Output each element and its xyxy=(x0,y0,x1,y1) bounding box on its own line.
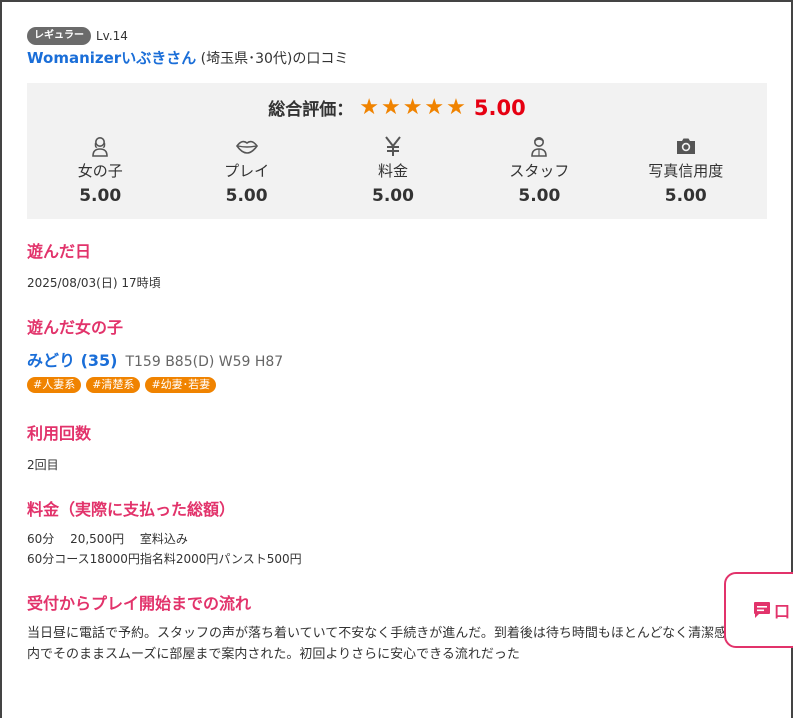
flow-section: 受付からプレイ開始までの流れ 当日昼に電話で予約。スタッフの声が落ち着いていて不… xyxy=(27,593,767,665)
overall-label: 総合評価： xyxy=(268,100,354,120)
overall-score: 5.00 xyxy=(473,95,526,120)
usage-section: 利用回数 2回目 xyxy=(27,423,767,475)
price-line: 60分 20,500円 室料込み xyxy=(27,532,188,546)
chat-icon xyxy=(754,602,770,618)
reviewer-name-link[interactable]: Womanizerいぶきさん xyxy=(27,49,196,67)
yen-icon xyxy=(385,136,401,156)
category-staff: スタッフ 5.00 xyxy=(466,135,612,207)
woman-icon xyxy=(92,137,108,157)
category-price: 料金 5.00 xyxy=(320,135,466,207)
category-label: 女の子 xyxy=(77,162,123,180)
chat-label: 口 xyxy=(774,602,791,621)
section-heading: 遊んだ日 xyxy=(27,242,92,261)
overall-rating: 総合評価： ★★★★★ 5.00 xyxy=(27,95,767,120)
girl-spec: T159 B85(D) W59 H87 xyxy=(125,354,284,370)
category-value: 5.00 xyxy=(664,186,707,206)
category-label: プレイ xyxy=(224,162,270,180)
category-value: 5.00 xyxy=(518,186,561,206)
tag-badge[interactable]: #人妻系 xyxy=(27,377,82,393)
girl-row: みどり (35) T159 B85(D) W59 H87 xyxy=(27,347,767,371)
section-heading: 料金（実際に支払った総額） xyxy=(27,500,236,519)
girl-section: 遊んだ女の子 みどり (35) T159 B85(D) W59 H87 #人妻系… xyxy=(27,317,767,393)
visit-date-section: 遊んだ日 2025/08/03(日) 17時頃 xyxy=(27,241,767,293)
section-heading: 受付からプレイ開始までの流れ xyxy=(27,594,252,613)
girl-name-link[interactable]: みどり (35) xyxy=(27,347,117,371)
review-content: レギュラー Lv.14 Womanizerいぶきさん (埼玉県･30代)の口コミ… xyxy=(27,26,767,665)
category-photo: 写真信用度 5.00 xyxy=(613,135,759,207)
category-value: 5.00 xyxy=(372,186,414,206)
visit-date-value: 2025/08/03(日) 17時頃 xyxy=(27,276,161,290)
category-value: 5.00 xyxy=(225,186,268,206)
lips-icon xyxy=(235,140,258,154)
category-label: 写真信用度 xyxy=(648,162,724,180)
girl-tags: #人妻系 #清楚系 #幼妻･若妻 xyxy=(27,377,767,393)
rating-box: 総合評価： ★★★★★ 5.00 女の子 5.00 プレイ 5.00 料金 5.… xyxy=(27,83,767,219)
category-label: スタッフ xyxy=(509,162,570,180)
reviewer-meta: (埼玉県･30代)の口コミ xyxy=(200,51,349,67)
category-ratings: 女の子 5.00 プレイ 5.00 料金 5.00 スタッフ 5.00 写真信用… xyxy=(27,135,767,207)
price-detail: 60分コース18000円指名料2000円パンスト500円 xyxy=(27,552,302,566)
section-heading: 遊んだ女の子 xyxy=(27,318,124,337)
rank-level: Lv.14 xyxy=(96,29,128,43)
section-heading: 利用回数 xyxy=(27,424,92,443)
review-title: Womanizerいぶきさん (埼玉県･30代)の口コミ xyxy=(27,48,767,69)
tag-badge[interactable]: #幼妻･若妻 xyxy=(145,377,217,393)
category-label: 料金 xyxy=(377,162,408,180)
star-rating-icon: ★★★★★ xyxy=(359,95,468,120)
category-play: プレイ 5.00 xyxy=(173,135,319,207)
category-girl: 女の子 5.00 xyxy=(27,135,173,207)
flow-text: 当日昼に電話で予約。スタッフの声が落ち着いていて不安なく手続きが進んだ。到着後は… xyxy=(27,626,767,662)
tag-badge[interactable]: #清楚系 xyxy=(86,377,141,393)
chat-button[interactable]: 口 xyxy=(724,572,793,648)
category-value: 5.00 xyxy=(79,186,122,206)
price-section: 料金（実際に支払った総額） 60分 20,500円 室料込み 60分コース180… xyxy=(27,499,767,569)
staff-icon xyxy=(531,137,548,157)
usage-value: 2回目 xyxy=(27,458,59,472)
camera-icon xyxy=(676,138,695,154)
rank-badge: レギュラー xyxy=(27,27,91,45)
reviewer-rank-row: レギュラー Lv.14 xyxy=(27,26,767,46)
